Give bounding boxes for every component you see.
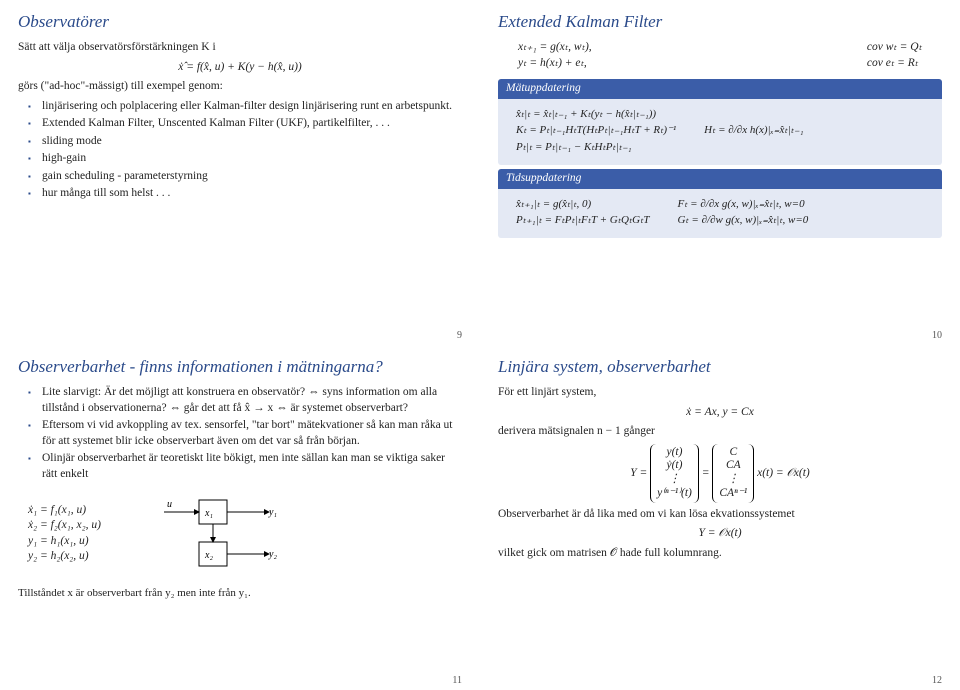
list-item: Extended Kalman Filter, Unscented Kalman…	[32, 116, 462, 132]
slide-title: Observatörer	[18, 12, 462, 32]
equation: y₂ = h₂(x₂, u)	[28, 549, 101, 565]
page-number: 10	[932, 330, 942, 341]
list-item: linjärisering och polplacering eller Kal…	[32, 99, 462, 115]
bullet-list: Lite slarvigt: Är det möjligt att konstr…	[32, 385, 462, 482]
svg-text:u: u	[167, 499, 172, 510]
equation: cov wₜ = Qₜ	[867, 40, 922, 56]
list-item: gain scheduling - parameterstyrning	[32, 169, 462, 185]
matrix-row: ⋮	[728, 473, 740, 485]
equation: Pₜ|ₜ = Pₜ|ₜ₋₁ − KₜHₜPₜ|ₜ₋₁	[516, 140, 676, 155]
state-equations: ẋ₁ = f₁(x₁, u) ẋ₂ = f₂(x₁, x₂, u) y₁ = h…	[28, 503, 101, 565]
equation-tail: x(t) = 𝒪x(t)	[757, 467, 810, 479]
equation: ẋ₂ = f₂(x₁, x₂, u)	[28, 518, 101, 534]
slide-title: Observerbarhet - finns informationen i m…	[18, 357, 462, 377]
diagram-svg: u x₁ y₁ x₂ y₂	[159, 492, 309, 572]
equation: y₁ = h₁(x₁, u)	[28, 534, 101, 550]
svg-text:y₂: y₂	[268, 549, 277, 560]
text-line: vilket gick om matrisen 𝒪 hade full kolu…	[498, 546, 942, 562]
equation: Y = 𝒪x(t)	[498, 526, 942, 542]
equation: x̂ₜ₊₁|ₜ = g(x̂ₜ|ₜ, 0)	[516, 197, 649, 212]
equation: Pₜ₊₁|ₜ = FₜPₜ|ₜFₜT + GₜQₜGₜT	[516, 213, 649, 228]
block-diagram: u x₁ y₁ x₂ y₂	[159, 492, 309, 578]
svg-text:y₁: y₁	[268, 507, 277, 518]
list-item: Olinjär observerbarhet är teoretiskt lit…	[32, 451, 462, 482]
equation: Fₜ = ∂/∂x g(x, w)|ₓ₌x̂ₜ|ₜ, w=0	[677, 197, 808, 212]
slide-title: Extended Kalman Filter	[498, 12, 942, 32]
matrix-row: CA	[726, 459, 741, 471]
matrix-row: ⋮	[669, 473, 681, 485]
matrix-row: CAⁿ⁻¹	[719, 487, 747, 499]
matrix-row: C	[729, 446, 737, 458]
footnote: Tillståndet x är observerbart från y₂ me…	[18, 586, 462, 601]
block-body: x̂ₜ|ₜ = x̂ₜ|ₜ₋₁ + Kₜ(yₜ − h(x̂ₜ|ₜ₋₁)) Kₜ…	[498, 99, 942, 166]
list-item: hur många till som helst . . .	[32, 186, 462, 202]
equation: ẋ = Ax, y = Cx	[498, 405, 942, 421]
equation: ẋ̂ = f(x̂, u) + K(y − h(x̂, u))	[18, 60, 462, 76]
block-title: Tidsuppdatering	[498, 169, 942, 189]
slide-title: Linjära system, observerbarhet	[498, 357, 942, 377]
text-line: Observerbarhet är då lika med om vi kan …	[498, 507, 942, 523]
slide-12: Linjära system, observerbarhet För ett l…	[480, 345, 960, 690]
text-line: För ett linjärt system,	[498, 385, 942, 401]
matrix-equation: Y = y(t) ẏ(t) ⋮ y⁽ⁿ⁻¹⁾(t) = C CA ⋮ CAⁿ⁻¹…	[498, 444, 942, 503]
block-title: Mätuppdatering	[498, 79, 942, 99]
svg-text:x₁: x₁	[204, 508, 213, 519]
equation: Hₜ = ∂/∂x h(x)|ₓ₌x̂ₜ|ₜ₋₁	[704, 123, 803, 138]
page-number: 11	[452, 675, 462, 686]
equation: xₜ₊₁ = g(xₜ, wₜ),	[518, 40, 592, 56]
intro-text: Sätt att välja observatörsförstärkningen…	[18, 40, 462, 56]
slide-10: Extended Kalman Filter xₜ₊₁ = g(xₜ, wₜ),…	[480, 0, 960, 345]
text-line: derivera mätsignalen n − 1 gånger	[498, 424, 942, 440]
page-number: 9	[457, 330, 462, 341]
text-line: görs ("ad-hoc"-mässigt) till exempel gen…	[18, 79, 462, 95]
list-item: sliding mode	[32, 134, 462, 150]
svg-text:x₂: x₂	[204, 550, 213, 561]
list-item: high-gain	[32, 151, 462, 167]
equation: cov eₜ = Rₜ	[867, 56, 922, 72]
matrix-row: y⁽ⁿ⁻¹⁾(t)	[657, 487, 692, 499]
equation: Gₜ = ∂/∂w g(x, w)|ₓ₌x̂ₜ|ₜ, w=0	[677, 213, 808, 228]
model-equations: xₜ₊₁ = g(xₜ, wₜ), yₜ = h(xₜ) + eₜ, cov w…	[518, 40, 922, 71]
slide-11: Observerbarhet - finns informationen i m…	[0, 345, 480, 690]
list-item: Lite slarvigt: Är det möjligt att konstr…	[32, 385, 462, 416]
equation: x̂ₜ|ₜ = x̂ₜ|ₜ₋₁ + Kₜ(yₜ − h(x̂ₜ|ₜ₋₁))	[516, 107, 676, 122]
slide-9: Observatörer Sätt att välja observatörsf…	[0, 0, 480, 345]
equation: Kₜ = Pₜ|ₜ₋₁HₜT(HₜPₜ|ₜ₋₁HₜT + Rₜ)⁻¹	[516, 123, 676, 138]
matrix-row: y(t)	[667, 446, 683, 458]
page-number: 12	[932, 675, 942, 686]
list-item: Eftersom vi vid avkoppling av tex. senso…	[32, 418, 462, 449]
bullet-list: linjärisering och polplacering eller Kal…	[32, 99, 462, 202]
equation: ẋ₁ = f₁(x₁, u)	[28, 503, 101, 519]
matrix-row: ẏ(t)	[667, 459, 683, 471]
equation: yₜ = h(xₜ) + eₜ,	[518, 56, 592, 72]
block-body: x̂ₜ₊₁|ₜ = g(x̂ₜ|ₜ, 0) Pₜ₊₁|ₜ = FₜPₜ|ₜFₜT…	[498, 189, 942, 239]
